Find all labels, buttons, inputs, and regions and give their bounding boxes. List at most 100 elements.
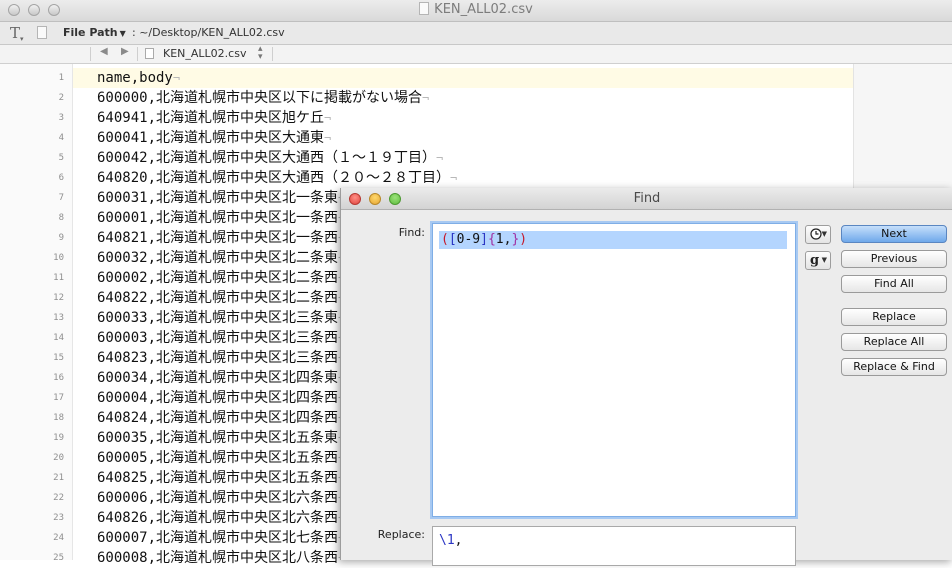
editor-line[interactable]: 600034,北海道札幌市中央区北四条東¬: [97, 368, 345, 388]
editor-line-text: 640826,北海道札幌市中央区北六条西: [97, 510, 339, 526]
editor-line-text: 600001,北海道札幌市中央区北一条西: [97, 210, 339, 226]
next-button[interactable]: Next: [841, 225, 947, 243]
document-switcher-arrows-icon[interactable]: ▴ ▾: [258, 45, 263, 62]
editor-line-text: 600000,北海道札幌市中央区以下に掲載がない場合: [97, 90, 422, 106]
end-of-line-marker: ¬: [324, 111, 332, 125]
editor-line[interactable]: 600035,北海道札幌市中央区北五条東¬: [97, 428, 345, 448]
editor-line-text: 600041,北海道札幌市中央区大通東: [97, 130, 325, 146]
editor-line[interactable]: 640823,北海道札幌市中央区北三条西¬: [97, 348, 345, 368]
editor-line[interactable]: 640824,北海道札幌市中央区北四条西¬: [97, 408, 345, 428]
divider: [137, 47, 138, 61]
end-of-line-marker: ¬: [422, 91, 430, 105]
line-number-gutter: 1 2 3 4 5 6 7 8 9 10 11 12 13 14 15 16 17 18 19 20 21 22 23 24 2…: [0, 64, 73, 563]
editor-line[interactable]: 600000,北海道札幌市中央区以下に掲載がない場合¬: [97, 88, 429, 108]
editor-line[interactable]: 600002,北海道札幌市中央区北二条西¬: [97, 268, 345, 288]
editor-line-text: 640825,北海道札幌市中央区北五条西: [97, 470, 339, 486]
line-number: 18: [53, 413, 64, 423]
line-number: 16: [53, 373, 64, 383]
editor-line[interactable]: name,body¬: [97, 68, 180, 88]
current-line-highlight: [73, 68, 853, 88]
editor-line[interactable]: 600001,北海道札幌市中央区北一条西¬: [97, 208, 345, 228]
replace-all-button[interactable]: Replace All: [841, 333, 947, 351]
toolbar: T▾ File Path ▼ : ~/Desktop/KEN_ALL02.csv: [0, 22, 952, 45]
line-number: 12: [53, 293, 64, 303]
replace-and-find-button[interactable]: Replace & Find: [841, 358, 947, 376]
end-of-line-marker: ¬: [172, 71, 181, 85]
line-number: 3: [58, 113, 64, 123]
line-number: 25: [53, 553, 64, 563]
back-arrow-icon[interactable]: ◀: [100, 46, 108, 57]
editor-line-text: 600007,北海道札幌市中央区北七条西: [97, 530, 339, 546]
find-dialog-titlebar: Find: [341, 188, 952, 210]
editor-line[interactable]: 600042,北海道札幌市中央区大通西（１〜１９丁目）¬: [97, 148, 443, 168]
line-number: 1: [58, 73, 64, 83]
editor-line[interactable]: 640825,北海道札幌市中央区北五条西¬: [97, 468, 345, 488]
grep-pattern-menu-icon[interactable]: g ▼: [805, 251, 831, 270]
editor-line[interactable]: 640821,北海道札幌市中央区北一条西¬: [97, 228, 345, 248]
editor-line[interactable]: 600041,北海道札幌市中央区大通東¬: [97, 128, 331, 148]
editor-line-text: 600008,北海道札幌市中央区北八条西: [97, 550, 339, 566]
find-dialog: Find Find: ([0-9]{1,}) Replace: \1, ▼ g ▼…: [340, 188, 952, 566]
replace-button[interactable]: Replace: [841, 308, 947, 326]
line-number: 24: [53, 533, 64, 543]
editor-line-text: 600003,北海道札幌市中央区北三条西: [97, 330, 339, 346]
find-field[interactable]: ([0-9]{1,}): [432, 223, 796, 517]
editor-line[interactable]: 600008,北海道札幌市中央区北八条西¬: [97, 548, 345, 568]
end-of-line-marker: ¬: [324, 131, 332, 145]
replace-field-text: \1,: [439, 533, 463, 548]
navigation-bar: ◀ ▶ KEN_ALL02.csv ▴ ▾: [0, 45, 952, 64]
divider: [272, 47, 273, 61]
forward-arrow-icon[interactable]: ▶: [121, 46, 129, 57]
editor-line-text: 600002,北海道札幌市中央区北二条西: [97, 270, 339, 286]
line-number: 8: [58, 213, 64, 223]
editor-line-text: 600042,北海道札幌市中央区大通西（１〜１９丁目）: [97, 150, 436, 166]
line-number: 2: [58, 93, 64, 103]
editor-line[interactable]: 600004,北海道札幌市中央区北四条西¬: [97, 388, 345, 408]
editor-line-text: 600005,北海道札幌市中央区北五条西: [97, 450, 339, 466]
editor-line[interactable]: 640820,北海道札幌市中央区大通西（２０〜２８丁目）¬: [97, 168, 457, 188]
editor-line-text: 600004,北海道札幌市中央区北四条西: [97, 390, 339, 406]
line-number: 7: [58, 193, 64, 203]
editor-line-text: 640820,北海道札幌市中央区大通西（２０〜２８丁目）: [97, 170, 450, 186]
editor-line-text: 600031,北海道札幌市中央区北一条東: [97, 190, 339, 206]
editor-line[interactable]: 600031,北海道札幌市中央区北一条東¬: [97, 188, 345, 208]
editor-line-text: name,body: [97, 70, 173, 86]
line-number: 11: [53, 273, 64, 283]
editor-line[interactable]: 600007,北海道札幌市中央区北七条西¬: [97, 528, 345, 548]
end-of-line-marker: ¬: [450, 171, 458, 185]
recent-searches-clock-icon[interactable]: ▼: [805, 225, 831, 244]
previous-button[interactable]: Previous: [841, 250, 947, 268]
line-number: 4: [58, 133, 64, 143]
editor-line-text: 640941,北海道札幌市中央区旭ケ丘: [97, 110, 325, 126]
window-title: KEN_ALL02.csv: [0, 2, 952, 17]
end-of-line-marker: ¬: [436, 151, 444, 165]
line-number: 20: [53, 453, 64, 463]
find-dialog-title: Find: [633, 191, 661, 206]
line-number: 10: [53, 253, 64, 263]
editor-line[interactable]: 600005,北海道札幌市中央区北五条西¬: [97, 448, 345, 468]
editor-line[interactable]: 640826,北海道札幌市中央区北六条西¬: [97, 508, 345, 528]
editor-line[interactable]: 600003,北海道札幌市中央区北三条西¬: [97, 328, 345, 348]
editor-line[interactable]: 600006,北海道札幌市中央区北六条西¬: [97, 488, 345, 508]
editor-line-text: 600033,北海道札幌市中央区北三条東: [97, 310, 339, 326]
find-label: Find:: [398, 226, 425, 239]
editor-line[interactable]: 640941,北海道札幌市中央区旭ケ丘¬: [97, 108, 331, 128]
document-icon: [145, 48, 154, 59]
editor-line-text: 600006,北海道札幌市中央区北六条西: [97, 490, 339, 506]
replace-field[interactable]: \1,: [432, 526, 796, 566]
line-number: 14: [53, 333, 64, 343]
text-tool-icon[interactable]: T▾: [10, 24, 24, 43]
editor-line[interactable]: 600032,北海道札幌市中央区北二条東¬: [97, 248, 345, 268]
document-tab[interactable]: KEN_ALL02.csv: [163, 47, 246, 60]
divider: [90, 47, 91, 61]
editor-line-text: 640823,北海道札幌市中央区北三条西: [97, 350, 339, 366]
line-number: 23: [53, 513, 64, 523]
file-path-menu[interactable]: File Path ▼: [63, 26, 126, 39]
editor-line-text: 600035,北海道札幌市中央区北五条東: [97, 430, 339, 446]
line-number: 21: [53, 473, 64, 483]
document-icon[interactable]: [37, 26, 47, 39]
editor-line[interactable]: 600033,北海道札幌市中央区北三条東¬: [97, 308, 345, 328]
find-all-button[interactable]: Find All: [841, 275, 947, 293]
editor-line[interactable]: 640822,北海道札幌市中央区北二条西¬: [97, 288, 345, 308]
file-path-value: : ~/Desktop/KEN_ALL02.csv: [132, 26, 285, 39]
